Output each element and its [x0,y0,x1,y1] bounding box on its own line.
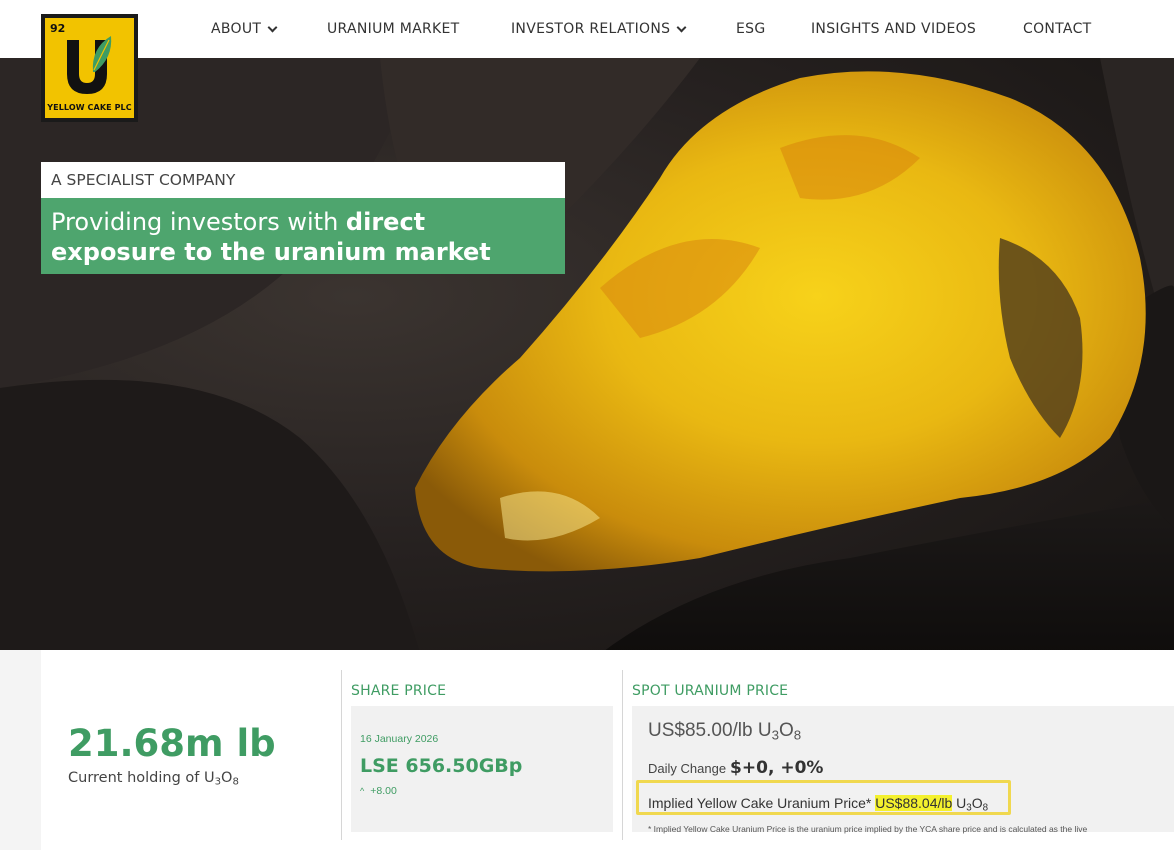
nav-item-esg[interactable]: ESG [736,21,765,37]
holding-label: Current holding of U3O8 [68,770,239,788]
nav-label-about: ABOUT [211,21,262,37]
share-price-change-value: +8.00 [370,785,397,797]
nav-label-esg: ESG [736,21,766,37]
logo-u-mark [67,36,112,94]
implied-price-highlight-frame [636,780,1011,815]
nav-item-insights-and-videos[interactable]: INSIGHTS AND VIDEOS [811,21,976,37]
column-divider [341,670,342,840]
left-gutter [0,650,41,850]
nav-label-insights-and-videos: INSIGHTS AND VIDEOS [811,21,977,37]
hero-image-uranium-ore [0,58,1174,654]
spot-price-title: SPOT URANIUM PRICE [632,683,789,699]
nav-label-uranium-market: URANIUM MARKET [327,21,460,37]
hero-headline-plain: Providing investors with [51,208,346,236]
share-price-value: LSE 656.50GBp [360,755,523,777]
logo-badge: 92 YELLOW CAKE PLC [45,18,134,118]
nav-item-investor-relations[interactable]: INVESTOR RELATIONS [511,21,687,37]
spot-price-value: US$85.00/lb U3O8 [648,720,802,743]
nav-item-contact[interactable]: CONTACT [1023,21,1092,37]
nav-label-contact: CONTACT [1023,21,1092,37]
column-divider [622,670,623,840]
nav-item-about[interactable]: ABOUT [211,21,278,37]
share-price-title: SHARE PRICE [351,683,447,699]
hero-kicker: A SPECIALIST COMPANY [41,162,565,198]
nav-item-uranium-market[interactable]: URANIUM MARKET [327,21,460,37]
chevron-down-icon [676,22,687,32]
share-price-change: ^ +8.00 [360,785,397,797]
chevron-down-icon [267,22,278,32]
implied-price-footnote: * Implied Yellow Cake Uranium Price is t… [648,824,1088,834]
nav-label-investor-relations: INVESTOR RELATIONS [511,21,671,37]
share-price-card: 16 January 2026 LSE 656.50GBp ^ +8.00 [351,706,613,832]
daily-change-value: $+0, +0% [730,758,824,778]
company-logo[interactable]: 92 YELLOW CAKE PLC [41,14,138,122]
holding-value: 21.68m lb [68,722,276,765]
key-figures-section: 21.68m lb Current holding of U3O8 SHARE … [0,650,1174,850]
daily-change: Daily Change $+0, +0% [648,758,823,778]
hero-headline: Providing investors with direct exposure… [41,198,565,274]
daily-change-label: Daily Change [648,761,727,776]
hero-tagline: A SPECIALIST COMPANY Providing investors… [41,162,565,274]
logo-company-name: YELLOW CAKE PLC [47,103,132,112]
hero-banner: A SPECIALIST COMPANY Providing investors… [0,58,1174,654]
top-navigation-bar: ABOUT URANIUM MARKET INVESTOR RELATIONS … [0,0,1174,58]
up-caret-icon: ^ [360,786,365,796]
share-price-date: 16 January 2026 [360,733,439,745]
